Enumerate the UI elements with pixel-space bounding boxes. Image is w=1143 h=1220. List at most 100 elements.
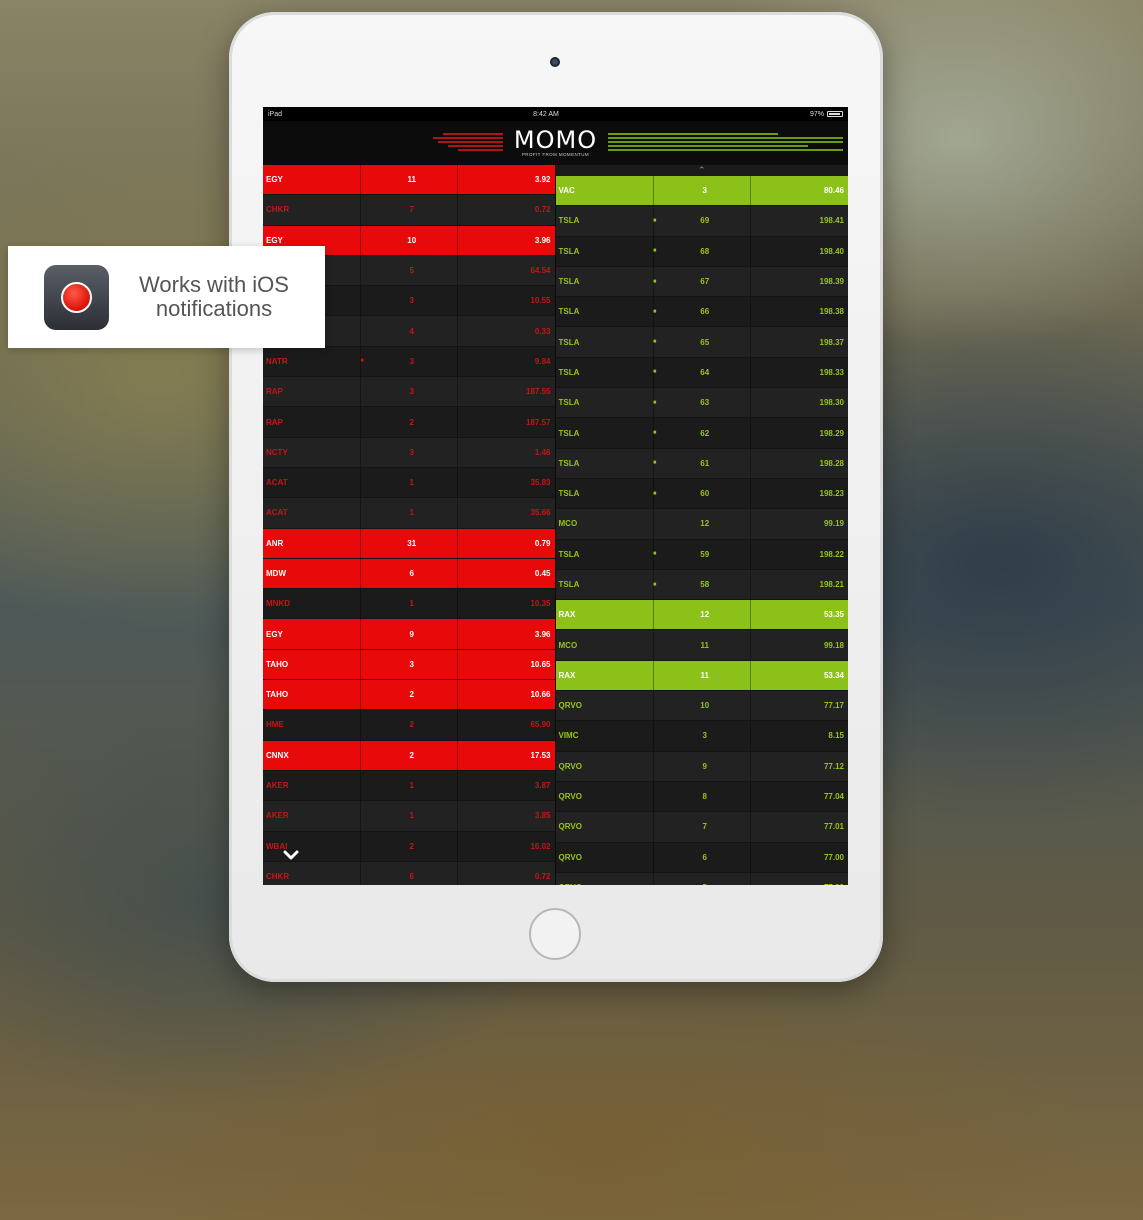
up-stock-row[interactable]: RAX 11 53.34	[555, 660, 848, 692]
stock-price: 198.38	[819, 307, 844, 317]
down-stock-row[interactable]: AKER 1 3.87	[263, 770, 555, 802]
app-screen: iPad 8:42 AM 97% MOMO PROFIT FROM MOMENT…	[263, 107, 848, 885]
alert-flag-icon: ■	[652, 490, 657, 497]
stock-price: 3.96	[534, 629, 551, 639]
app-title: MOMO	[513, 126, 598, 154]
stock-symbol: RAX	[558, 610, 576, 620]
up-stock-row[interactable]: RAX 12 53.35	[555, 600, 848, 631]
streak-count: 6	[702, 852, 707, 862]
streak-count: 3	[409, 659, 414, 669]
streak-count: 1	[409, 599, 414, 609]
scroll-down-icon[interactable]	[281, 845, 301, 865]
up-stock-row[interactable]: TSLA ■ 63 198.30	[555, 388, 848, 419]
up-stock-row[interactable]: QRVO 10 77.17	[555, 691, 848, 722]
up-stock-row[interactable]: QRVO 8 77.04	[555, 781, 848, 813]
stock-symbol: TSLA	[558, 580, 580, 589]
down-stock-row[interactable]: ACAT 1 35.66	[263, 498, 555, 529]
alert-flag-icon: ■	[652, 278, 657, 285]
streak-count: 1	[409, 781, 414, 791]
down-stock-row[interactable]: MNKD 1 10.35	[263, 589, 555, 620]
down-stock-row[interactable]: ACAT 1 35.83	[263, 467, 555, 499]
up-stock-row[interactable]: MCO 12 99.19	[555, 509, 848, 540]
up-stock-row[interactable]: QRVO 9 77.12	[555, 751, 848, 782]
down-stock-row[interactable]: TAHO 2 10.66	[263, 680, 555, 711]
stock-symbol: AKER	[266, 811, 289, 821]
stock-price: 198.29	[819, 428, 844, 438]
up-stock-row[interactable]: TSLA ■ 60 198.23	[555, 478, 848, 510]
momentum-bars-up	[608, 133, 848, 151]
stock-symbol: EGY	[266, 235, 283, 245]
alert-flag-icon: ■	[652, 339, 657, 346]
streak-count: 4	[409, 326, 414, 336]
streak-count: 3	[409, 387, 414, 397]
streak-count: 60	[700, 489, 710, 499]
streak-count: 68	[700, 246, 710, 256]
up-stock-row[interactable]: TSLA ■ 64 198.33	[555, 357, 848, 389]
up-stock-row[interactable]: TSLA ■ 69 198.41	[555, 206, 848, 237]
alert-flag-icon: ■	[652, 460, 657, 467]
upside-list[interactable]: ⌃ VAC 3 80.46 TSLA ■ 69 198.41 TSLA ■ 68 198.40 TSL…	[555, 165, 848, 885]
down-stock-row[interactable]: MDW 6 0.45	[263, 558, 555, 590]
stock-price: 8.15	[828, 731, 844, 741]
down-stock-row[interactable]: RAP 3 187.55	[263, 377, 555, 408]
up-stock-row[interactable]: TSLA ■ 68 198.40	[555, 236, 848, 267]
up-stock-row[interactable]: MCO 11 99.18	[555, 630, 848, 661]
down-stock-row[interactable]: HME 2 65.90	[263, 710, 555, 741]
up-stock-row[interactable]: QRVO 577.00	[555, 872, 848, 885]
stock-price: 198.28	[819, 458, 844, 468]
up-stock-row[interactable]: TSLA ■ 67 198.39	[555, 266, 848, 298]
up-stock-row[interactable]: TSLA ■ 61 198.28	[555, 448, 848, 479]
down-stock-row[interactable]: TAHO 3 10.65	[263, 649, 555, 681]
stock-price: 1.46	[534, 447, 551, 457]
stock-symbol: ACAT	[266, 508, 288, 518]
down-stock-row[interactable]: CHKR 7 0.72	[263, 195, 555, 226]
stock-symbol: MNKD	[266, 599, 290, 609]
down-stock-row[interactable]: CNNX 2 17.53	[263, 740, 555, 771]
stock-symbol: CHKR	[266, 871, 290, 881]
down-stock-row[interactable]: ANR 31 0.79	[263, 528, 555, 559]
streak-count: 5	[662, 883, 749, 885]
streak-count: 8	[702, 792, 707, 802]
up-stock-row[interactable]: TSLA ■ 66 198.38	[555, 297, 848, 328]
stock-price: 0.45	[534, 569, 551, 578]
stock-price: 10.35	[530, 599, 551, 609]
momentum-bars-down	[263, 133, 503, 151]
stock-price: 10.66	[530, 690, 551, 700]
down-stock-row[interactable]: WBAI 2 16.02	[263, 831, 555, 862]
down-stock-row[interactable]: RAP 2 187.57	[263, 407, 555, 438]
stock-price: 17.53	[530, 750, 551, 760]
feature-callout: Works with iOS notifications	[8, 246, 325, 348]
stock-price: 10.55	[530, 296, 551, 306]
scroll-up-icon[interactable]: ⌃	[555, 165, 848, 176]
stock-symbol: MCO	[558, 640, 578, 650]
down-stock-row[interactable]: NCTY 3 1.46	[263, 437, 555, 468]
app-header: MOMO PROFIT FROM MOMENTUM	[263, 121, 848, 165]
down-stock-row[interactable]: NATR ■ 3 9.84	[263, 346, 555, 378]
up-stock-row[interactable]: TSLA ■ 59 198.22	[555, 539, 848, 570]
up-stock-row[interactable]: TSLA ■ 58 198.21	[555, 569, 848, 601]
up-stock-row[interactable]: VIMC 3 8.15	[555, 721, 848, 752]
stock-price: 198.40	[819, 246, 844, 256]
up-stock-row[interactable]: QRVO 6 77.00	[555, 842, 848, 873]
home-button[interactable]	[529, 908, 581, 960]
streak-count: 7	[409, 205, 414, 215]
up-stock-row[interactable]: QRVO 7 77.01	[555, 812, 848, 843]
alert-flag-icon: ■	[652, 581, 657, 588]
up-stock-row[interactable]: TSLA ■ 62 198.29	[555, 418, 848, 449]
stock-symbol: ACAT	[266, 478, 288, 488]
down-stock-row[interactable]: EGY 11 3.92	[263, 165, 555, 196]
up-stock-row[interactable]: TSLA ■ 65 198.37	[555, 327, 848, 358]
device-label: iPad	[268, 110, 283, 118]
down-stock-row[interactable]: CHKR 6 0.72	[263, 861, 555, 885]
stock-price: 3.92	[534, 175, 551, 185]
stock-price: 53.34	[823, 670, 844, 680]
alert-flag-icon: ■	[652, 399, 657, 406]
streak-count: 1	[409, 478, 414, 488]
callout-line-1: Works with iOS	[139, 272, 289, 297]
streak-count: 11	[407, 175, 416, 185]
stock-price: 198.33	[819, 367, 844, 377]
stock-symbol: HME	[266, 720, 284, 730]
down-stock-row[interactable]: EGY 9 3.96	[263, 619, 555, 650]
up-stock-row[interactable]: VAC 3 80.46	[555, 176, 848, 207]
down-stock-row[interactable]: AKER 1 3.85	[263, 801, 555, 832]
